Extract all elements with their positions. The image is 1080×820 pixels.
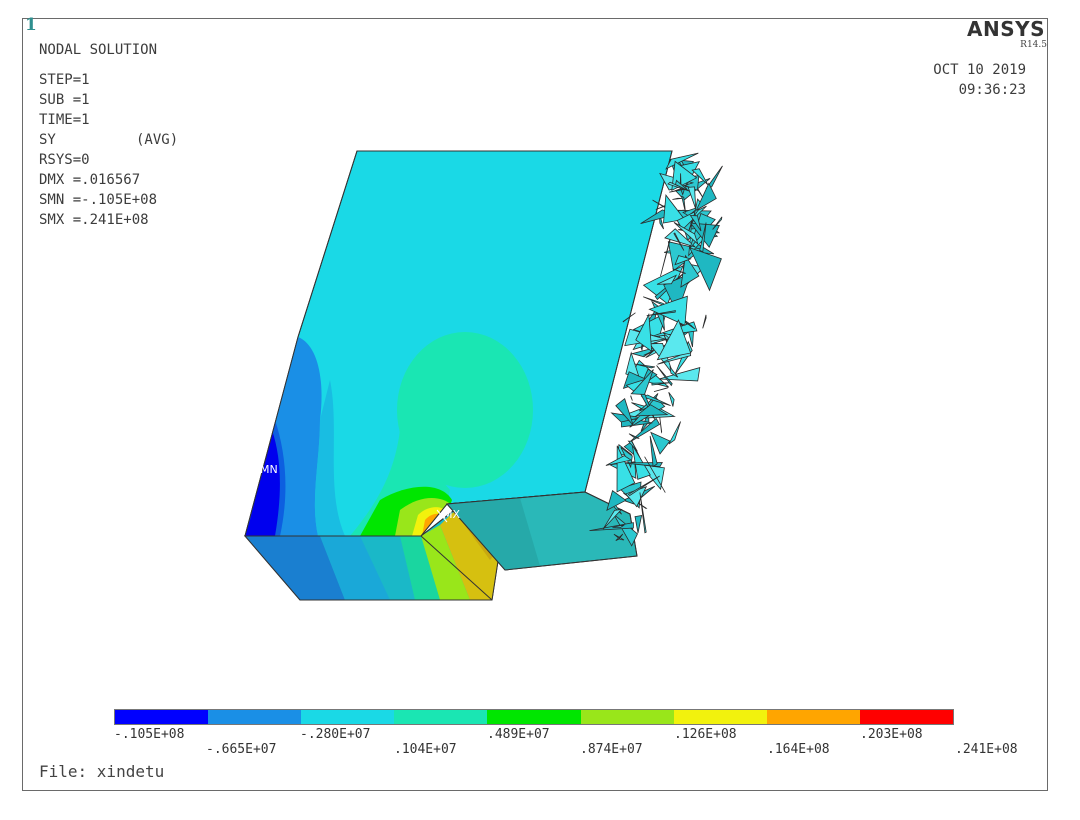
mesh-facet [639,492,647,534]
legend-tick: .241E+08 [955,742,1018,757]
legend-tick: .104E+07 [394,742,457,757]
contour-legend-bar [114,709,954,725]
mesh-facet [702,314,707,329]
legend-swatch-4 [394,710,488,724]
mesh-facet [658,367,701,382]
legend-tick: .203E+08 [860,727,923,742]
legend-swatch-9 [859,710,953,724]
max-marker-label: MX [443,508,461,521]
legend-tick: -.105E+08 [114,727,185,742]
min-marker-label: MN [260,463,278,476]
mesh-facet [668,391,675,407]
mesh-facet [630,395,633,401]
mesh-facet [668,421,681,445]
legend-swatch-8 [766,710,860,724]
legend-swatch-3 [301,710,395,724]
legend-swatch-6 [580,710,674,724]
mesh-facet [653,386,670,392]
front-face [244,150,673,537]
mesh-facet [672,197,683,200]
legend-tick: -.665E+07 [206,742,277,757]
legend-tick: .874E+07 [580,742,643,757]
legend-swatch-1 [115,710,209,724]
legend-tick: -.280E+07 [300,727,371,742]
legend-tick: .489E+07 [487,727,550,742]
mesh-facet [687,186,697,210]
contour-model[interactable] [0,0,1080,820]
mesh-facet [660,239,671,277]
legend-tick: .164E+08 [767,742,830,757]
legend-swatch-7 [673,710,767,724]
legend-swatch-2 [208,710,302,724]
mesh-facet [634,515,643,534]
file-label: File: xindetu [39,762,165,781]
legend-swatch-5 [487,710,581,724]
legend-tick: .126E+08 [674,727,737,742]
